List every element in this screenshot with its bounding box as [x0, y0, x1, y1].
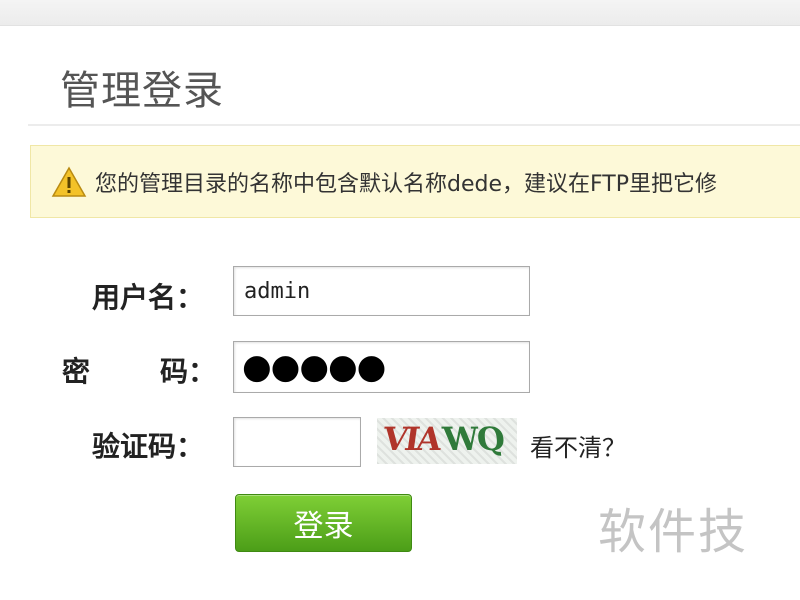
- captcha-input[interactable]: [233, 417, 361, 467]
- notice-text: 您的管理目录的名称中包含默认名称dede，建议在FTP里把它修: [95, 171, 717, 197]
- login-button[interactable]: 登录: [235, 494, 412, 552]
- captcha-text-part2: WQ: [441, 420, 505, 458]
- warning-icon: [51, 165, 87, 197]
- title-divider: [28, 124, 800, 126]
- refresh-captcha-link[interactable]: 看不清？: [530, 428, 626, 463]
- top-bar: [0, 0, 800, 26]
- password-label-part1: 密: [62, 355, 91, 388]
- password-mask: ●●●●●: [242, 347, 386, 387]
- captcha-image[interactable]: VIA WQ: [377, 418, 517, 464]
- password-label-part2: 码：: [160, 355, 217, 388]
- captcha-label: 验证码：: [92, 430, 205, 463]
- watermark: 软件技: [598, 504, 749, 560]
- username-label: 用户名：: [92, 281, 205, 314]
- page-title: 管理登录: [60, 68, 224, 114]
- username-input[interactable]: [233, 266, 530, 316]
- password-input[interactable]: ●●●●●: [233, 341, 530, 393]
- captcha-text-part1: VIA: [380, 420, 442, 458]
- warning-notice: 您的管理目录的名称中包含默认名称dede，建议在FTP里把它修: [30, 145, 800, 218]
